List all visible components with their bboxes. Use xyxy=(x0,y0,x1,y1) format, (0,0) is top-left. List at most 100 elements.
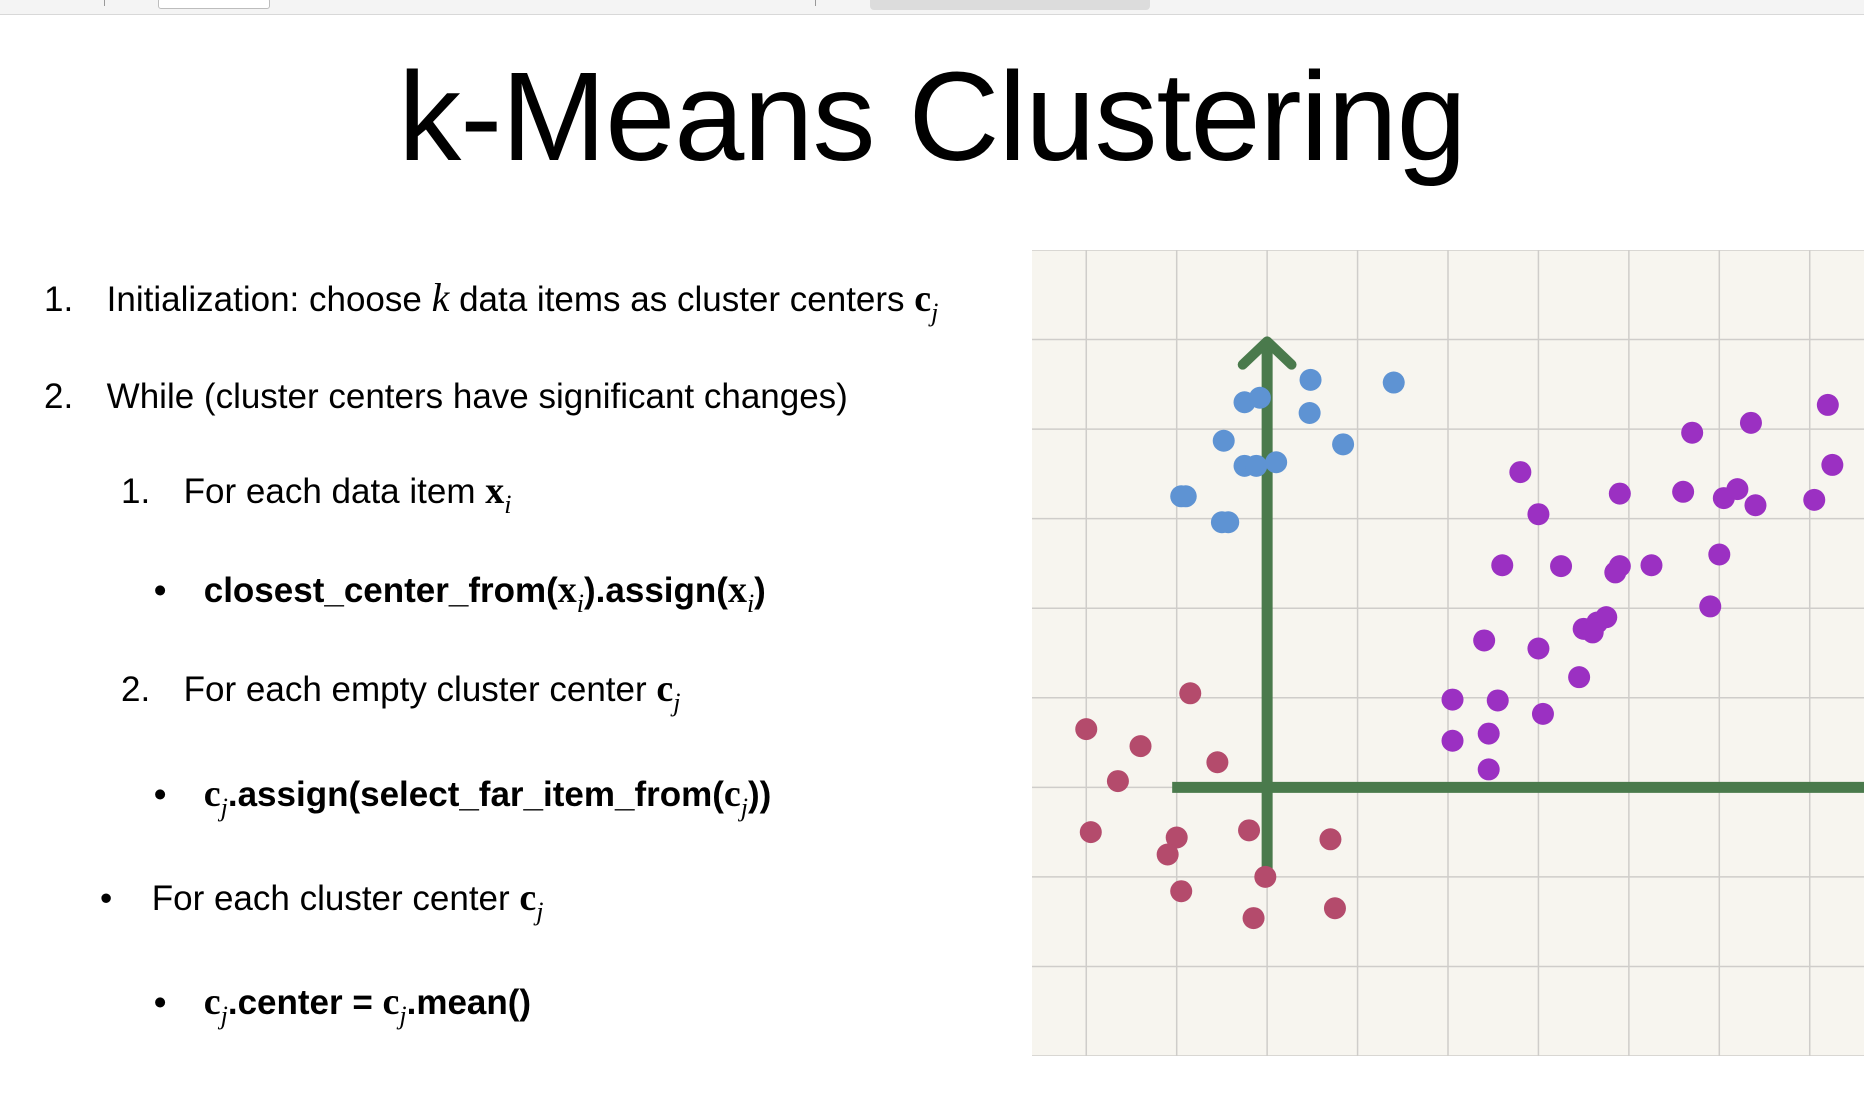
slide-title: k-Means Clustering xyxy=(398,46,1466,187)
data-point-blue xyxy=(1217,511,1240,534)
math-subscript: j xyxy=(220,793,228,822)
data-point-purple xyxy=(1744,494,1767,517)
data-point-purple xyxy=(1581,621,1604,644)
data-point-red xyxy=(1254,865,1277,888)
code-text: )) xyxy=(748,775,772,814)
data-point-purple xyxy=(1441,729,1464,752)
data-point-purple xyxy=(1604,561,1627,584)
data-point-purple xyxy=(1672,480,1695,503)
data-point-purple xyxy=(1708,543,1731,566)
data-point-red xyxy=(1079,821,1102,844)
math-c: c xyxy=(914,278,932,320)
step-initialization: 1. Initialization: choose k data items a… xyxy=(44,275,938,326)
data-point-purple xyxy=(1486,689,1509,712)
step-while: 2. While (cluster centers have significa… xyxy=(44,375,848,419)
toolbar-tick xyxy=(815,0,816,6)
data-point-blue xyxy=(1245,454,1268,477)
step-number: 1. xyxy=(44,280,74,319)
step-number: 2. xyxy=(121,670,151,709)
data-point-purple xyxy=(1550,555,1573,578)
data-point-red xyxy=(1075,718,1098,741)
data-point-purple xyxy=(1608,482,1631,505)
data-point-red xyxy=(1106,770,1129,793)
math-subscript: j xyxy=(673,688,681,717)
code-text: .mean() xyxy=(406,983,532,1022)
data-point-purple xyxy=(1441,688,1464,711)
scrollbar-thumb[interactable] xyxy=(870,0,1150,10)
code-text: .center = xyxy=(227,983,383,1022)
data-point-purple xyxy=(1739,411,1762,434)
data-point-red xyxy=(1179,682,1202,705)
bullet-icon: • xyxy=(154,571,167,610)
step-number: 1. xyxy=(121,472,151,511)
data-point-red xyxy=(1319,828,1342,851)
step-text: Initialization: choose xyxy=(106,280,432,319)
step-text: For each empty cluster center xyxy=(183,670,657,709)
code-assign-far-item: • cj.assign(select_far_item_from(cj)) xyxy=(154,772,772,821)
math-x: x xyxy=(727,569,747,611)
toolbar-tick xyxy=(104,0,105,6)
data-point-red xyxy=(1170,880,1193,903)
bullet-icon: • xyxy=(154,775,167,814)
step-text: data items as cluster centers xyxy=(449,280,915,319)
math-subscript: j xyxy=(220,1001,228,1030)
bullet-icon: • xyxy=(154,983,167,1022)
data-point-blue xyxy=(1265,451,1288,474)
data-point-red xyxy=(1129,735,1152,758)
data-point-blue xyxy=(1248,386,1271,409)
math-c: c xyxy=(382,981,400,1023)
math-k: k xyxy=(431,275,450,320)
data-point-purple xyxy=(1509,461,1532,484)
code-text: ).assign( xyxy=(584,571,728,610)
data-point-red xyxy=(1206,751,1229,774)
data-point-purple xyxy=(1699,595,1722,618)
data-point-purple xyxy=(1477,758,1500,781)
math-c: c xyxy=(723,773,741,815)
data-point-purple xyxy=(1816,393,1839,416)
math-subscript: j xyxy=(931,298,939,327)
code-text: ) xyxy=(754,571,766,610)
substep-for-each-empty-center: 2. For each empty cluster center cj xyxy=(121,667,680,716)
data-point-purple xyxy=(1726,478,1749,501)
browser-toolbar xyxy=(0,0,1864,15)
math-x: x xyxy=(557,569,577,611)
code-center-mean: • cj.center = cj.mean() xyxy=(154,980,532,1029)
math-subscript: j xyxy=(740,793,748,822)
data-point-blue xyxy=(1299,368,1322,391)
data-point-purple xyxy=(1473,629,1496,652)
data-point-blue xyxy=(1298,401,1321,424)
step-text: For each cluster center xyxy=(151,879,520,918)
data-point-purple xyxy=(1681,421,1704,444)
code-text: .assign(select_far_item_from( xyxy=(227,775,724,814)
data-point-purple xyxy=(1527,637,1550,660)
step-text: While (cluster centers have significant … xyxy=(106,377,848,416)
data-point-blue xyxy=(1332,433,1355,456)
math-c: c xyxy=(203,981,221,1023)
scatter-plot xyxy=(1032,250,1864,1056)
data-point-blue xyxy=(1174,485,1197,508)
data-point-blue xyxy=(1382,371,1405,394)
math-subscript: j xyxy=(399,1001,407,1030)
data-point-red xyxy=(1238,819,1261,842)
data-point-purple xyxy=(1477,722,1500,745)
data-point-blue xyxy=(1212,429,1235,452)
data-point-purple xyxy=(1527,503,1550,526)
data-point-red xyxy=(1323,897,1346,920)
math-c: c xyxy=(203,773,221,815)
data-point-red xyxy=(1156,843,1179,866)
substep-for-each-item: 1. For each data item xi xyxy=(121,469,511,518)
data-point-red xyxy=(1242,907,1265,930)
math-subscript: j xyxy=(536,897,544,926)
step-text: For each data item xyxy=(183,472,486,511)
data-point-purple xyxy=(1568,666,1591,689)
math-subscript: i xyxy=(576,589,585,618)
math-subscript: i xyxy=(504,490,512,519)
data-point-purple xyxy=(1821,453,1844,476)
data-point-purple xyxy=(1640,554,1663,577)
math-x: x xyxy=(485,470,505,512)
data-point-purple xyxy=(1803,488,1826,511)
data-point-purple xyxy=(1531,702,1554,725)
math-c: c xyxy=(656,668,674,710)
toolbar-input[interactable] xyxy=(158,0,270,9)
bullet-icon: • xyxy=(100,879,113,918)
